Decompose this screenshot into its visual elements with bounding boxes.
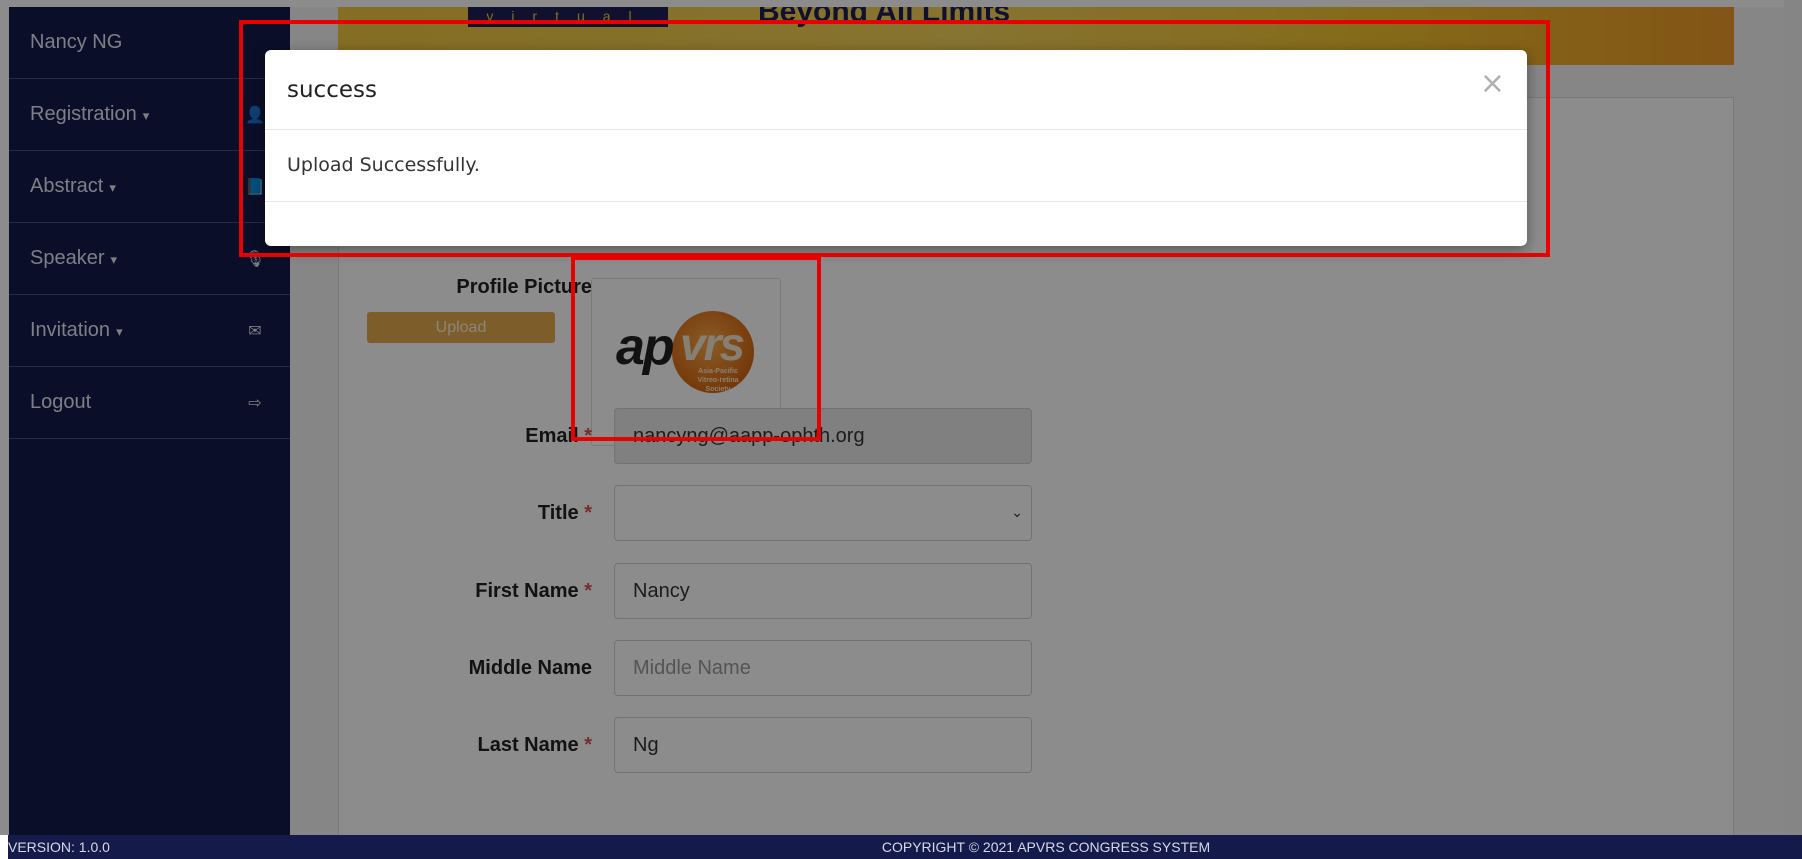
modal-highlight-box — [239, 20, 1550, 257]
footer-copyright: COPYRIGHT © 2021 APVRS CONGRESS SYSTEM — [290, 835, 1802, 859]
picture-highlight-box — [571, 256, 821, 441]
version-label: VERSION: 1.0.0 — [8, 835, 290, 859]
